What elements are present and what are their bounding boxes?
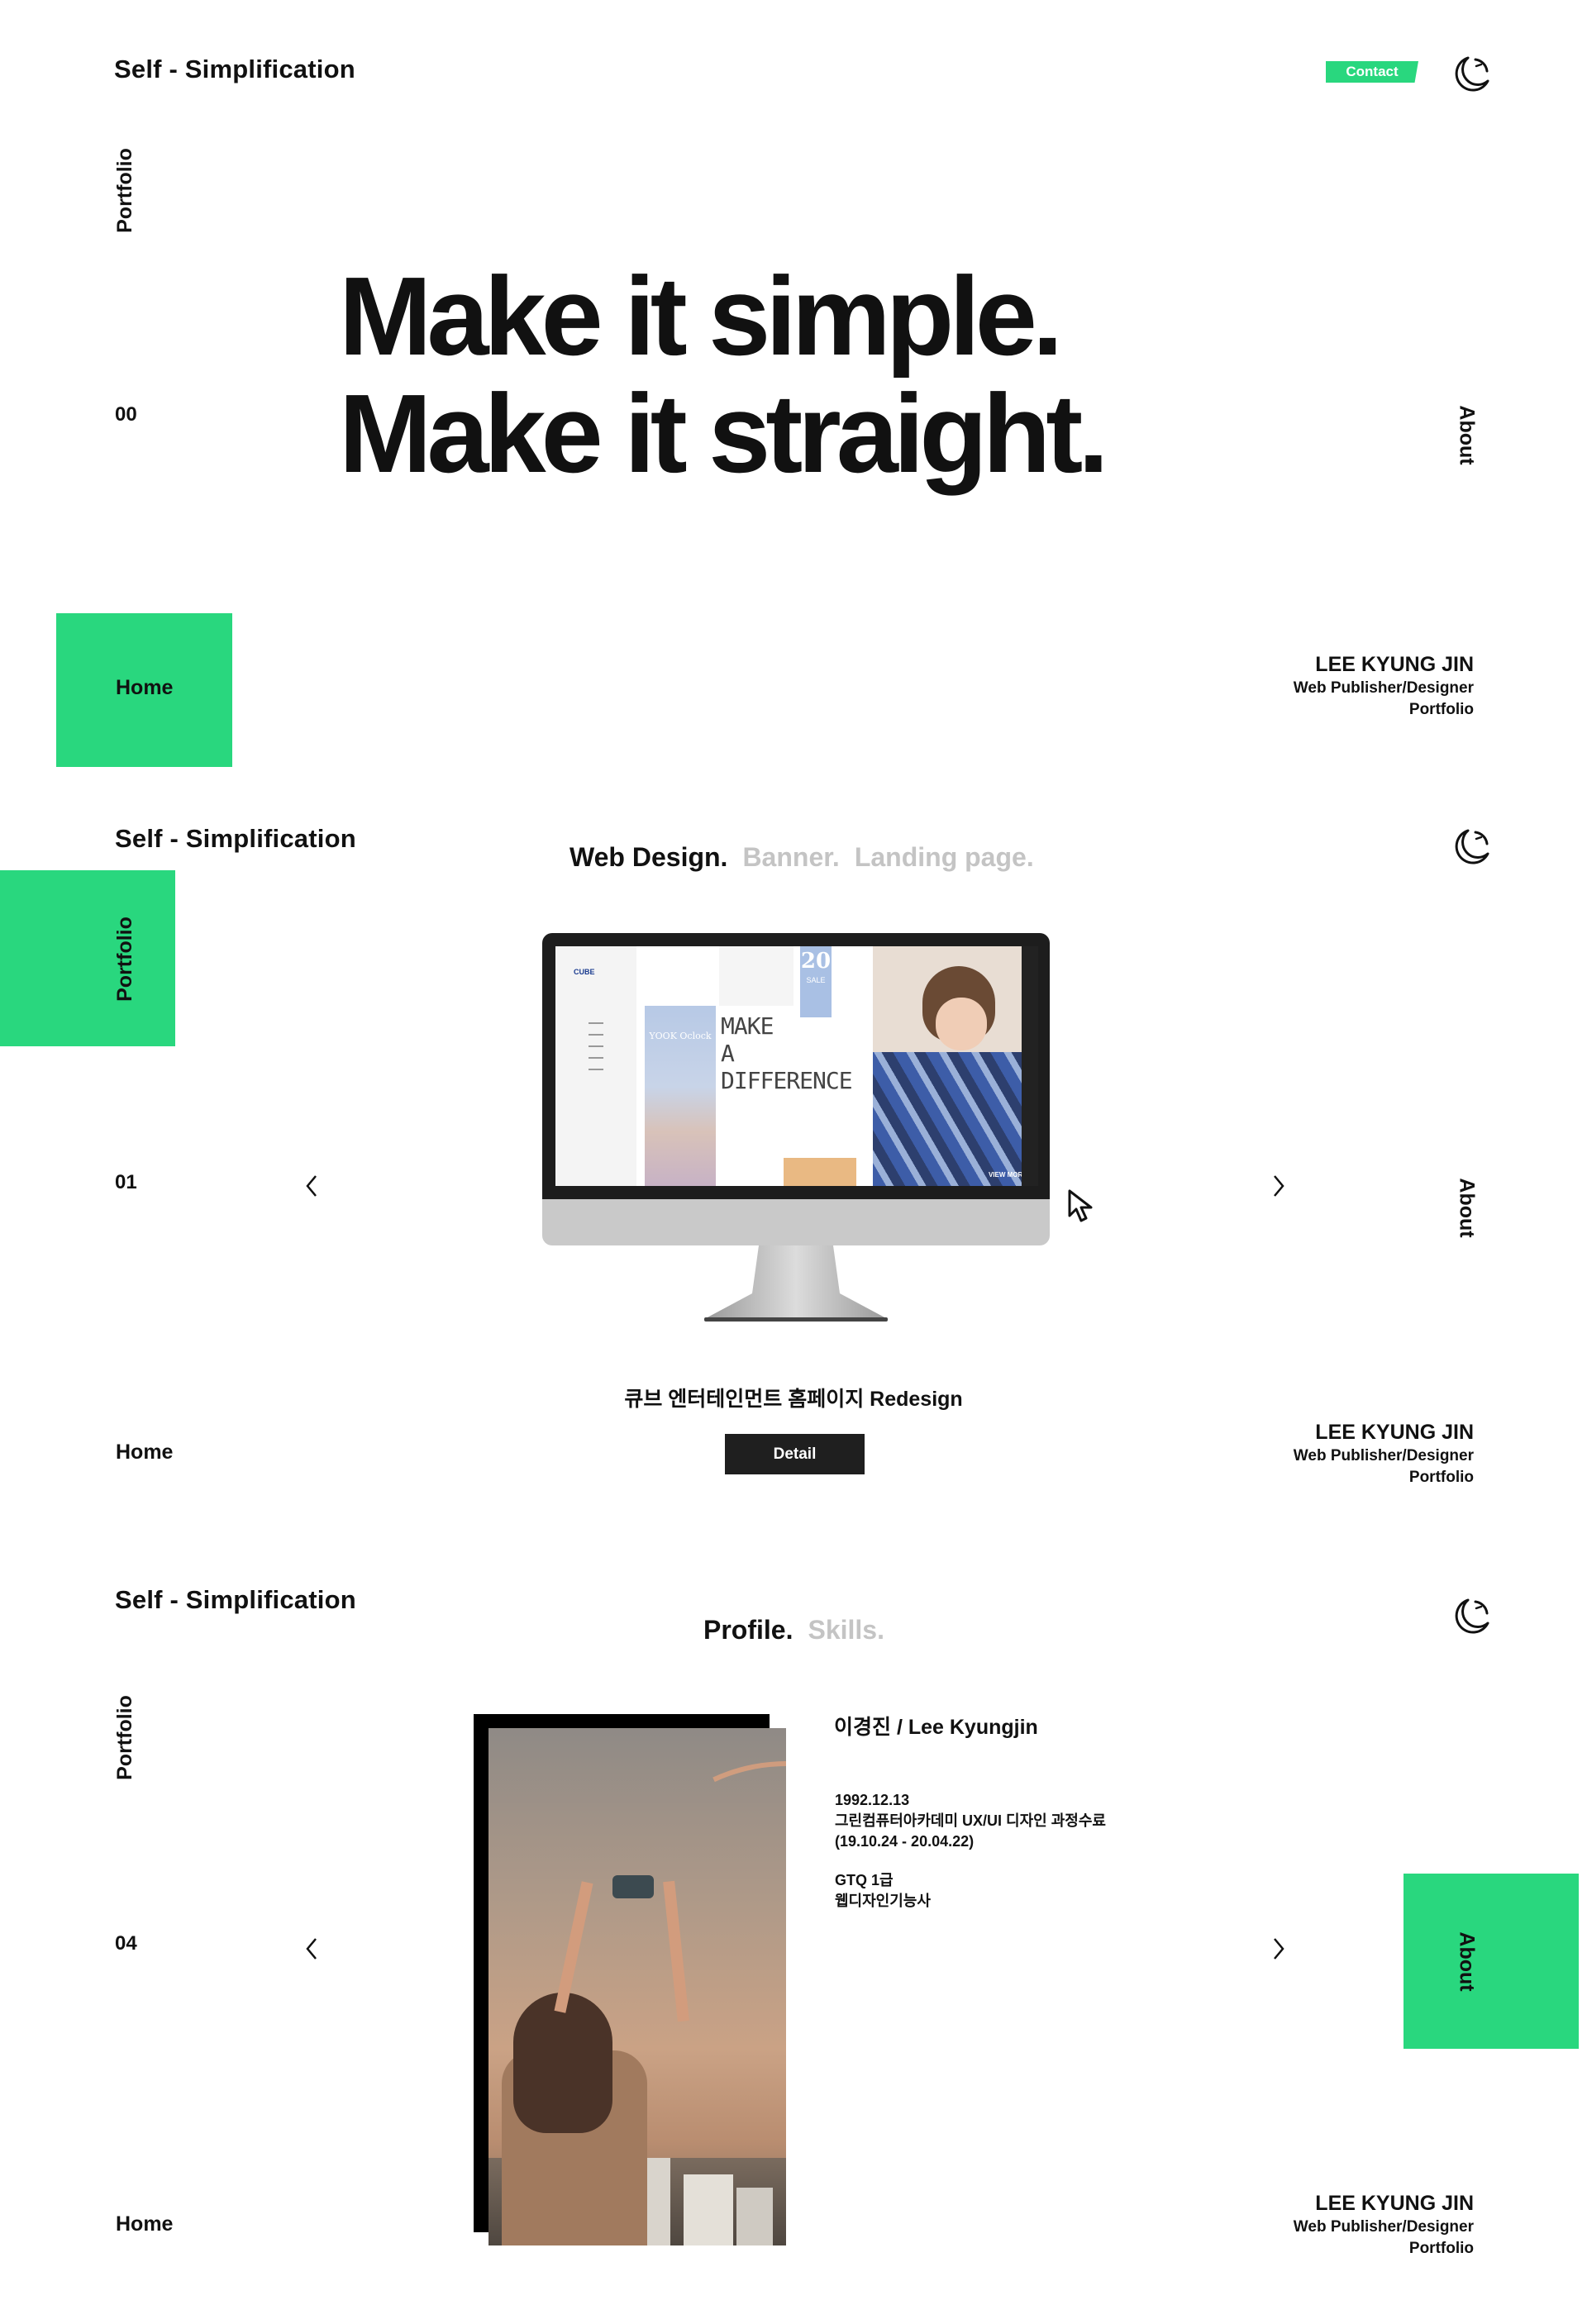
nav-home[interactable]: Home bbox=[116, 1441, 173, 1464]
nav-about[interactable]: About bbox=[1450, 1912, 1483, 2011]
photo-face bbox=[936, 998, 987, 1050]
cursor-arrow-icon bbox=[1068, 1189, 1093, 1222]
chevron-left-icon[interactable] bbox=[299, 1932, 324, 1965]
profile-name: 이경진 / Lee Kyungjin bbox=[834, 1716, 1038, 1739]
tab-web-design[interactable]: Web Design. bbox=[570, 842, 727, 872]
hero-photo: VIEW MORE bbox=[873, 946, 1038, 1186]
moon-icon[interactable] bbox=[1451, 53, 1494, 96]
nav-about-label: About bbox=[1455, 1931, 1479, 1992]
hero-headline: Make it simple. Make it straight. bbox=[339, 254, 1109, 496]
portfolio-section: Self - Simplification Web Design. Banner.… bbox=[0, 774, 1587, 1549]
site-sidebar: CUBE bbox=[555, 946, 636, 1186]
about-tabs: Profile. Skills. bbox=[703, 1615, 884, 1645]
nav-portfolio-label: Portfolio bbox=[112, 1694, 136, 1780]
site-menu-line bbox=[589, 1057, 603, 1059]
identity-block: LEE KYUNG JIN Web Publisher/Designer Por… bbox=[1176, 651, 1474, 721]
photo-building bbox=[684, 2174, 733, 2245]
sale-badge: 20 SALE bbox=[800, 946, 832, 1017]
profile-education: 그린컴퓨터아카데미 UX/UI 디자인 과정수료 bbox=[835, 1812, 1106, 1829]
brand-logo[interactable]: Self - Simplification bbox=[115, 1585, 356, 1615]
identity-name: LEE KYUNG JIN bbox=[1315, 1421, 1474, 1444]
photo-camera bbox=[612, 1875, 654, 1898]
hero-line-1: Make it simple. bbox=[339, 254, 1063, 379]
nav-home[interactable]: Home bbox=[116, 2212, 173, 2236]
photo-person-hair bbox=[513, 1993, 612, 2133]
detail-button[interactable]: Detail bbox=[725, 1434, 865, 1474]
photo-building bbox=[736, 2188, 773, 2245]
identity-role: Web Publisher/Designer bbox=[1293, 1447, 1474, 1464]
portfolio-tabs: Web Design. Banner. Landing page. bbox=[570, 842, 1034, 873]
nav-home[interactable]: Home bbox=[116, 676, 173, 700]
identity-portfolio: Portfolio bbox=[1408, 1469, 1474, 1486]
nav-about[interactable]: About bbox=[1450, 385, 1483, 484]
sale-badge-number: 20 bbox=[800, 949, 832, 974]
profile-photo bbox=[488, 1728, 786, 2245]
site-headline: MAKE A DIFFERENCE bbox=[721, 1012, 853, 1094]
site-block bbox=[719, 946, 794, 1006]
identity-name: LEE KYUNG JIN bbox=[1315, 653, 1474, 676]
chevron-right-icon[interactable] bbox=[1266, 1932, 1291, 1965]
tab-banner[interactable]: Banner. bbox=[742, 842, 839, 872]
tab-landing-page[interactable]: Landing page. bbox=[855, 842, 1034, 872]
tab-profile[interactable]: Profile. bbox=[703, 1615, 793, 1645]
profile-birth: 1992.12.13 bbox=[835, 1792, 910, 1808]
nav-about-label: About bbox=[1455, 404, 1479, 465]
monitor-screen: CUBE YOOK Oclock MAKE A DIFFERENCE 20 SA… bbox=[555, 946, 1038, 1186]
site-menu-line bbox=[589, 1045, 603, 1047]
contact-button[interactable]: Contact bbox=[1326, 61, 1418, 83]
chevron-right-icon[interactable] bbox=[1266, 1169, 1291, 1202]
poster-text: YOOK Oclock bbox=[649, 1031, 712, 1041]
site-menu-line bbox=[589, 1069, 603, 1070]
headline-line: A bbox=[721, 1040, 735, 1067]
identity-block: LEE KYUNG JIN Web Publisher/Designer Por… bbox=[1176, 1419, 1474, 1488]
nav-portfolio[interactable]: Portfolio bbox=[108, 1671, 141, 1803]
poster-image: YOOK Oclock bbox=[645, 1006, 716, 1186]
headline-line: MAKE bbox=[721, 1012, 774, 1040]
headline-line: DIFFERENCE bbox=[721, 1067, 853, 1094]
page-number: 04 bbox=[115, 1932, 137, 1955]
tab-skills[interactable]: Skills. bbox=[808, 1615, 884, 1645]
moon-icon[interactable] bbox=[1451, 826, 1494, 869]
identity-name: LEE KYUNG JIN bbox=[1315, 2192, 1474, 2215]
moon-icon[interactable] bbox=[1451, 1595, 1494, 1638]
photo-sweater bbox=[873, 1052, 1038, 1186]
site-menu-line bbox=[589, 1034, 603, 1036]
profile-period: (19.10.24 - 20.04.22) bbox=[835, 1833, 975, 1850]
profile-cert: GTQ 1급 bbox=[835, 1872, 894, 1888]
nav-portfolio-active-block[interactable] bbox=[0, 870, 175, 1046]
site-logo: CUBE bbox=[574, 968, 595, 976]
home-section: Self - Simplification Contact Portfolio … bbox=[0, 0, 1587, 774]
identity-role: Web Publisher/Designer bbox=[1293, 2218, 1474, 2236]
sale-badge-sub: SALE bbox=[806, 976, 826, 984]
monitor-mockup: CUBE YOOK Oclock MAKE A DIFFERENCE 20 SA… bbox=[542, 933, 1050, 1322]
nav-portfolio[interactable]: Portfolio bbox=[108, 124, 141, 256]
profile-spacer bbox=[835, 1852, 1106, 1870]
chevron-left-icon[interactable] bbox=[299, 1169, 324, 1202]
brand-logo[interactable]: Self - Simplification bbox=[115, 824, 356, 854]
identity-portfolio: Portfolio bbox=[1408, 701, 1474, 718]
identity-block: LEE KYUNG JIN Web Publisher/Designer Por… bbox=[1176, 2190, 1474, 2260]
brand-logo[interactable]: Self - Simplification bbox=[114, 55, 355, 84]
nav-about-active-block[interactable] bbox=[1404, 1874, 1579, 2049]
nav-portfolio-label: Portfolio bbox=[112, 916, 136, 1002]
site-right-rail bbox=[1022, 946, 1038, 1186]
nav-about[interactable]: About bbox=[1450, 1158, 1483, 1257]
profile-details: 1992.12.13 그린컴퓨터아카데미 UX/UI 디자인 과정수료 (19.… bbox=[835, 1790, 1106, 1912]
hero-line-2: Make it straight. bbox=[339, 371, 1109, 496]
nav-about-label: About bbox=[1455, 1177, 1479, 1238]
monitor-stand bbox=[704, 1245, 888, 1322]
site-menu-line bbox=[589, 1022, 603, 1024]
about-section: Self - Simplification Profile. Skills. Po… bbox=[0, 1549, 1587, 2323]
identity-portfolio: Portfolio bbox=[1408, 2240, 1474, 2257]
project-title: 큐브 엔터테인먼트 홈페이지 Redesign bbox=[624, 1388, 963, 1411]
page-number: 01 bbox=[115, 1171, 137, 1193]
identity-role: Web Publisher/Designer bbox=[1293, 679, 1474, 697]
nav-portfolio[interactable]: Portfolio bbox=[108, 893, 141, 1025]
monitor-chin bbox=[542, 1199, 1050, 1245]
site-accent-block bbox=[784, 1158, 856, 1186]
nav-portfolio-label: Portfolio bbox=[112, 147, 136, 233]
page-number: 00 bbox=[115, 403, 137, 426]
profile-cert: 웹디자인기능사 bbox=[835, 1893, 931, 1909]
